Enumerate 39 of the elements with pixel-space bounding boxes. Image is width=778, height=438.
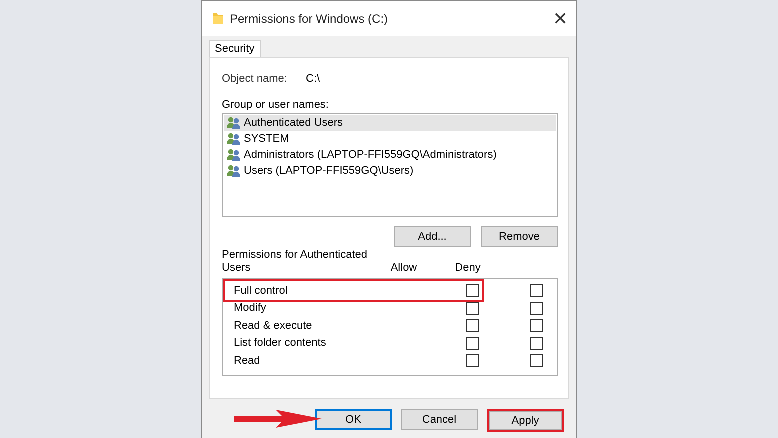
permission-name: Read xyxy=(233,354,262,367)
column-header: Deny xyxy=(454,262,482,275)
ok-button[interactable]: OK xyxy=(315,409,392,430)
users-icon xyxy=(227,149,241,161)
checkbox[interactable] xyxy=(466,319,478,332)
remove-button[interactable]: Remove xyxy=(481,226,558,247)
user-list-item[interactable]: Users (LAPTOP-FFI559GQ\Users) xyxy=(224,163,556,179)
checkbox[interactable] xyxy=(530,336,542,350)
tab[interactable]: Security xyxy=(209,40,261,57)
permission-name: Full control xyxy=(233,284,289,297)
group-label: Group or user names: xyxy=(222,99,330,111)
permission-name: Modify xyxy=(233,302,268,314)
permission-name: List folder contents xyxy=(233,337,328,350)
object-name-value: C:\ xyxy=(306,73,320,85)
user-list-item[interactable]: Authenticated Users xyxy=(224,115,556,131)
permissions-label: Permissions for Authenticated Users xyxy=(222,249,369,275)
cancel-button[interactable]: Cancel xyxy=(401,409,478,430)
permission-name: Read & execute xyxy=(233,320,314,332)
checkbox[interactable] xyxy=(466,302,478,315)
checkbox[interactable] xyxy=(466,336,478,350)
users-icon xyxy=(227,117,241,129)
user-list-item[interactable]: SYSTEM xyxy=(224,131,556,147)
checkbox[interactable] xyxy=(530,284,542,298)
checkbox[interactable] xyxy=(466,284,478,298)
user-list-item[interactable]: Administrators (LAPTOP-FFI559GQ\Administrators) xyxy=(224,147,556,163)
apply-button[interactable]: Apply xyxy=(489,411,562,430)
window-title: Permissions for Windows (C:) xyxy=(230,12,390,26)
add-button[interactable]: Add... xyxy=(394,226,471,247)
users-icon xyxy=(227,133,241,145)
checkbox[interactable] xyxy=(466,354,478,368)
folder-icon xyxy=(212,12,224,25)
object-name-label: Object name: xyxy=(222,73,288,85)
checkbox[interactable] xyxy=(530,302,542,315)
close-button[interactable]: ✕ xyxy=(553,10,568,28)
checkbox[interactable] xyxy=(530,354,542,368)
users-icon xyxy=(227,165,241,177)
checkbox[interactable] xyxy=(530,319,542,332)
user-list[interactable]: Authenticated Users SYSTEM Administrators (LAPTOP-FFI559GQ\Administrators) Users (LAPTOP-FFI559GQ\Users) xyxy=(222,113,558,217)
column-header: Allow xyxy=(390,262,418,275)
